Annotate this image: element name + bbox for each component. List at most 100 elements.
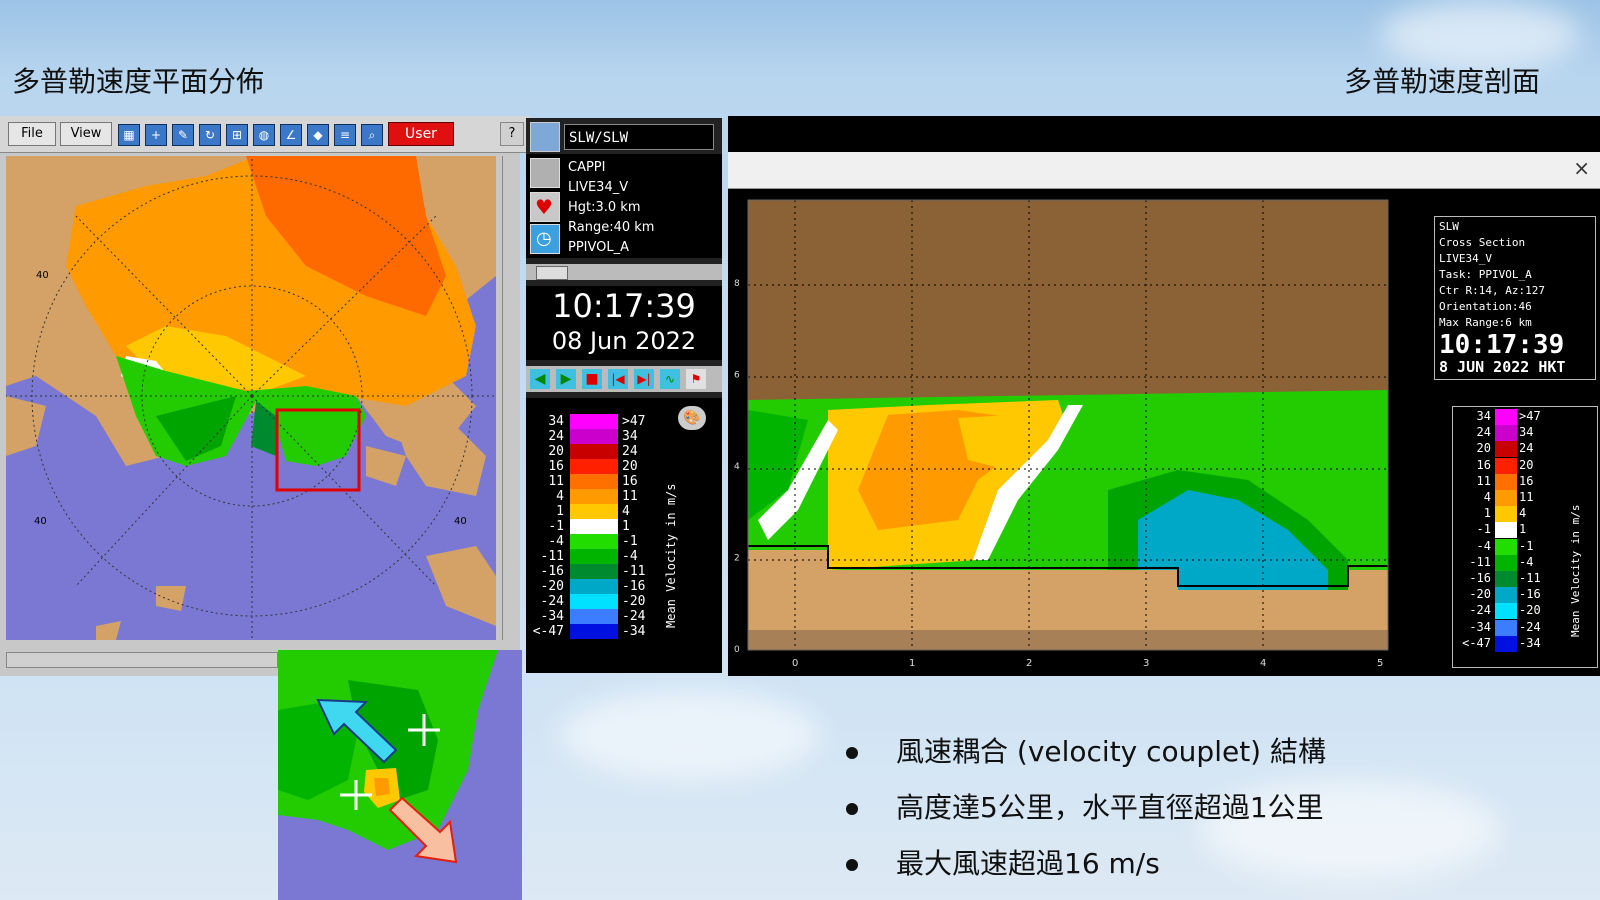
close-button[interactable]: × [1573, 156, 1590, 180]
x-tick-label: 1 [909, 658, 915, 669]
legend-row: 24 34 [526, 429, 656, 445]
legend-swatch [570, 429, 618, 444]
refresh-icon[interactable]: ↻ [199, 124, 221, 146]
cross-legend-swatch [1495, 571, 1517, 587]
legend-right-value: 11 [622, 489, 638, 504]
legend-panel: 🎨 34 >47 24 34 20 24 16 20 11 16 4 11 1 4 -1 1 -4 -1 -11 -4… [526, 398, 722, 673]
cross-info-line: Max Range:6 km [1439, 316, 1532, 329]
view-menu[interactable]: View [60, 122, 112, 146]
legend-swatch [570, 564, 618, 579]
legend-swatch [570, 474, 618, 489]
last-frame-button[interactable]: ▶| [634, 369, 654, 389]
cross-legend-swatch [1495, 425, 1517, 442]
cross-legend-left-value: -1 [1476, 522, 1491, 537]
cross-legend-swatch [1495, 473, 1517, 490]
globe-icon[interactable]: ◍ [253, 124, 275, 146]
cross-legend-swatch [1495, 409, 1517, 425]
cross-legend-right-value: -24 [1519, 619, 1541, 634]
ring-label: 40 [36, 270, 49, 281]
layer-icon[interactable]: ◆ [307, 124, 329, 146]
legend-row: -11 -4 [526, 549, 656, 565]
cross-legend-swatch [1495, 538, 1517, 555]
legend-row: -34 -24 [526, 609, 656, 625]
legend-left-value: -4 [548, 534, 564, 549]
cross-legend-right-value: 1 [1519, 522, 1527, 537]
heart-icon[interactable]: ♥ [530, 192, 560, 222]
cross-section-chart[interactable]: 0 1 2 3 4 5 0 2 4 6 8 [728, 190, 1408, 690]
cross-legend-left-value: -24 [1469, 603, 1491, 618]
cross-legend-right-value: -20 [1519, 603, 1541, 618]
ring-label-right: 40 [454, 516, 467, 527]
x-tick-label: 3 [1143, 658, 1149, 669]
cross-info-line: LIVE34_V [1439, 252, 1492, 265]
legend-left-value: 20 [548, 444, 564, 459]
cross-legend-swatch [1495, 490, 1517, 506]
right-title: 多普勒速度剖面 [1343, 65, 1540, 98]
first-frame-button[interactable]: |◀ [608, 369, 628, 389]
legend-left-value: -1 [548, 519, 564, 534]
settings-button[interactable]: ⚑ [686, 369, 706, 389]
cross-legend-left-value: 24 [1476, 425, 1491, 440]
cross-legend-row: 34 >47 [1453, 409, 1563, 425]
ring-label-bottom: 40 [34, 516, 47, 527]
cross-legend-row: <-47 -34 [1453, 635, 1563, 652]
cross-legend-left-value: -11 [1469, 554, 1491, 569]
grid-icon[interactable] [530, 158, 560, 188]
draw-icon[interactable]: ∠ [280, 124, 302, 146]
task-label: LIVE34_V [568, 180, 629, 195]
legend-left-value: 11 [548, 474, 564, 489]
play-forward-button[interactable]: ▶ [556, 369, 576, 389]
help-button[interactable]: ? [500, 122, 524, 146]
cross-legend-right-value: -4 [1519, 554, 1534, 569]
cross-legend-row: -34 -24 [1453, 619, 1563, 636]
cross-legend-right-value: 34 [1519, 425, 1534, 440]
cross-legend-left-value: 16 [1476, 457, 1491, 472]
product-info: ♥ ◷ CAPPI LIVE34_V Hgt:3.0 km Range:40 k… [526, 154, 722, 258]
cross-legend-right-value: -1 [1519, 538, 1534, 553]
cross-section-info: SLW Cross Section LIVE34_V Task: PPIVOL_A Ct… [1434, 216, 1596, 380]
zoom-icon[interactable]: ⊞ [226, 124, 248, 146]
loop-button[interactable]: ∿ [660, 369, 680, 389]
time-text: 10:17:39 [552, 287, 696, 325]
station-icon[interactable] [530, 122, 560, 152]
cross-legend-row: 20 24 [1453, 441, 1563, 458]
horizontal-scrollbar[interactable] [6, 652, 278, 668]
time-display: 10:17:39 08 Jun 2022 [526, 286, 722, 360]
vertical-scrollbar[interactable] [502, 156, 517, 640]
file-menu[interactable]: File [8, 122, 56, 146]
cross-info-line: SLW [1439, 220, 1459, 233]
clock-icon[interactable]: ◷ [530, 224, 560, 254]
legend-swatch [570, 504, 618, 519]
cross-legend-right-value: -34 [1519, 635, 1541, 650]
station-field[interactable]: SLW/SLW [564, 124, 714, 150]
radar-map[interactable]: 40 40 40 [6, 156, 496, 640]
pen-icon[interactable]: ✎ [172, 124, 194, 146]
legend-right-value: -24 [622, 609, 646, 624]
palette-icon[interactable]: 🎨 [678, 406, 706, 430]
legend-left-value: -11 [540, 549, 564, 564]
time-slider[interactable] [526, 264, 722, 280]
user-button[interactable]: User [388, 122, 454, 146]
legend-row: 4 11 [526, 489, 656, 505]
search-icon[interactable]: ⌕ [361, 124, 383, 146]
y-tick-label: 2 [734, 554, 740, 564]
legend-icon[interactable]: ▦ [118, 124, 140, 146]
legend-right-value: 1 [622, 519, 630, 534]
legend-swatch [570, 414, 618, 429]
legend-right-value: -11 [622, 564, 646, 579]
cross-legend-left-value: -20 [1469, 587, 1491, 602]
range-label: Range:40 km [568, 220, 655, 235]
cross-legend-left-value: -16 [1469, 571, 1491, 585]
cross-legend-swatch [1495, 603, 1517, 620]
cross-legend-right-value: >47 [1519, 409, 1541, 423]
legend-right-value: 4 [622, 504, 630, 519]
map-icon[interactable]: ≡ [334, 124, 356, 146]
cross-legend-row: -4 -1 [1453, 538, 1563, 555]
crosshair-icon[interactable]: + [145, 124, 167, 146]
left-title: 多普勒速度平面分佈 [12, 65, 265, 98]
stop-button[interactable]: ■ [582, 369, 602, 389]
play-back-button[interactable]: ◀ [530, 369, 550, 389]
y-tick-label: 6 [734, 371, 740, 381]
cross-info-line: Ctr R:14, Az:127 [1439, 284, 1545, 297]
cross-legend-swatch [1495, 522, 1517, 539]
